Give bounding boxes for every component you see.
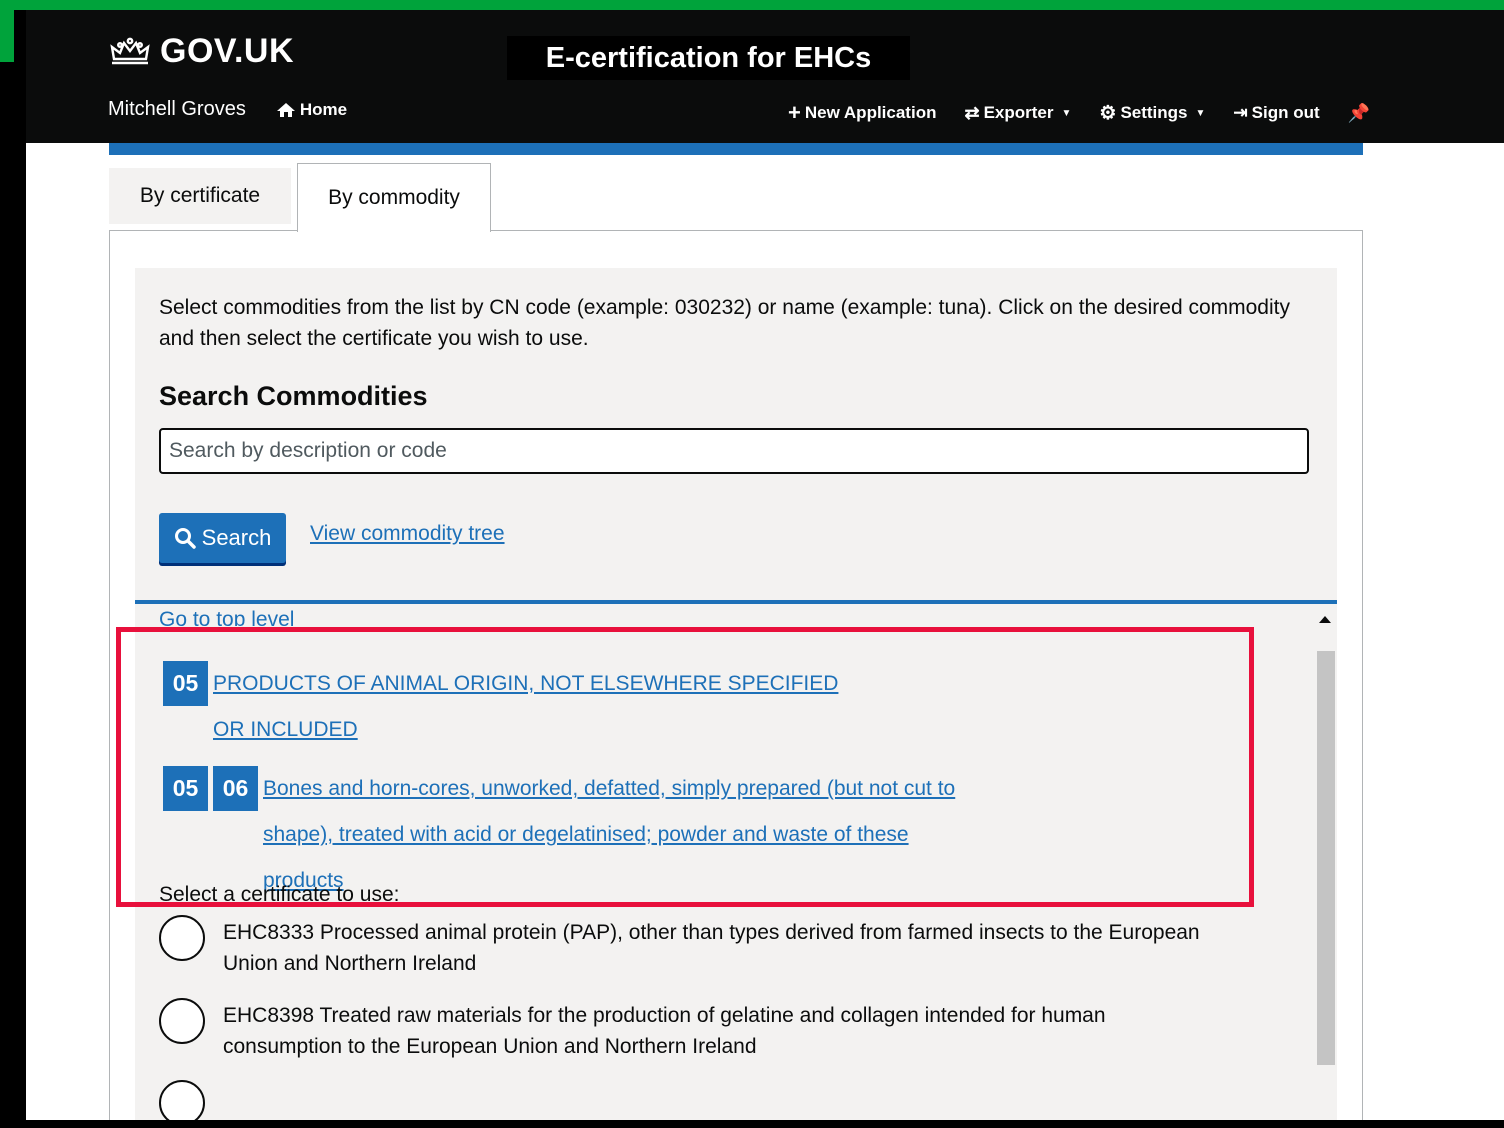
certificate-radio[interactable] (159, 998, 205, 1044)
code-badge: 06 (213, 766, 258, 811)
nav-sign-out-label: Sign out (1251, 103, 1320, 122)
service-title: E-certification for EHCs (507, 36, 910, 80)
certificate-radio[interactable] (159, 915, 205, 961)
user-name: Mitchell Groves (108, 98, 246, 120)
certificate-option-label: EHC8398 Treated raw materials for the pr… (223, 1004, 1106, 1058)
certificate-select-label: Select a certificate to use: (159, 883, 400, 906)
left-accent-bar (0, 0, 14, 62)
search-input[interactable] (159, 428, 1309, 474)
scroll-up-arrow-icon[interactable] (1319, 616, 1331, 623)
bottom-edge (14, 1120, 1504, 1128)
view-commodity-tree-link[interactable]: View commodity tree (310, 522, 505, 546)
page-content: By certificate By commodity Select commo… (26, 143, 1504, 1128)
plus-icon: + (788, 100, 801, 125)
nav-new-application-label: New Application (804, 103, 937, 122)
search-button[interactable]: Search (159, 513, 286, 563)
search-icon (174, 528, 196, 549)
nav-settings-dropdown[interactable]: ⚙ Settings ▼ (1099, 102, 1205, 125)
sign-out-icon: ⇥ (1233, 103, 1248, 122)
go-to-top-level-link[interactable]: Go to top level (159, 608, 294, 626)
nav-sign-out[interactable]: ⇥ Sign out (1233, 103, 1319, 123)
govuk-logo[interactable]: GOV.UK (108, 32, 294, 71)
nav-exporter-dropdown[interactable]: ⇄ Exporter ▼ (964, 103, 1071, 124)
tree-scrollbar[interactable] (1313, 612, 1337, 1072)
commodity-search-panel: Select commodities from the list by CN c… (135, 268, 1337, 1128)
chevron-down-icon: ▼ (1195, 107, 1206, 119)
nav-home-label: Home (299, 99, 348, 119)
search-button-label: Search (201, 525, 272, 550)
intro-text: Select commodities from the list by CN c… (159, 296, 1290, 350)
tree-item-link[interactable]: PRODUCTS OF ANIMAL ORIGIN, NOT ELSEWHERE… (213, 661, 863, 753)
nav-left: Mitchell Groves Home (108, 98, 347, 121)
gear-icon: ⚙ (1099, 102, 1117, 124)
nav-right: + New Application ⇄ Exporter ▼ ⚙ Setting… (788, 100, 1370, 126)
site-header: GOV.UK E-certification for EHCs Mitchell… (26, 10, 1504, 143)
chevron-down-icon: ▼ (1061, 107, 1072, 119)
certificate-option[interactable]: EHC8398 Treated raw materials for the pr… (159, 998, 1219, 1062)
code-badge: 05 (163, 661, 208, 706)
nav-new-application[interactable]: + New Application (788, 100, 936, 126)
search-heading: Search Commodities (159, 381, 428, 411)
pin-icon[interactable]: 📌 (1348, 103, 1370, 124)
exchange-icon: ⇄ (964, 102, 980, 123)
brand-text: GOV.UK (160, 32, 295, 70)
top-accent-bar (0, 0, 1504, 10)
nav-exporter-label: Exporter (983, 103, 1054, 122)
nav-settings-label: Settings (1120, 103, 1188, 122)
scroll-thumb[interactable] (1317, 651, 1335, 1065)
tab-by-certificate[interactable]: By certificate (109, 168, 291, 224)
tab-by-commodity[interactable]: By commodity (297, 163, 491, 232)
header-blue-strip (109, 143, 1363, 155)
code-badge: 05 (163, 766, 208, 811)
certificate-option[interactable]: EHC8333 Processed animal protein (PAP), … (159, 915, 1219, 979)
crown-icon (110, 37, 150, 64)
certificate-option-label: EHC8333 Processed animal protein (PAP), … (223, 921, 1200, 975)
tab-panel: Select commodities from the list by CN c… (109, 230, 1363, 1128)
home-icon (276, 102, 295, 117)
tree-item[interactable]: 05 PRODUCTS OF ANIMAL ORIGIN, NOT ELSEWH… (163, 661, 863, 753)
nav-home-link[interactable]: Home (276, 100, 347, 120)
left-edge (14, 10, 26, 1128)
